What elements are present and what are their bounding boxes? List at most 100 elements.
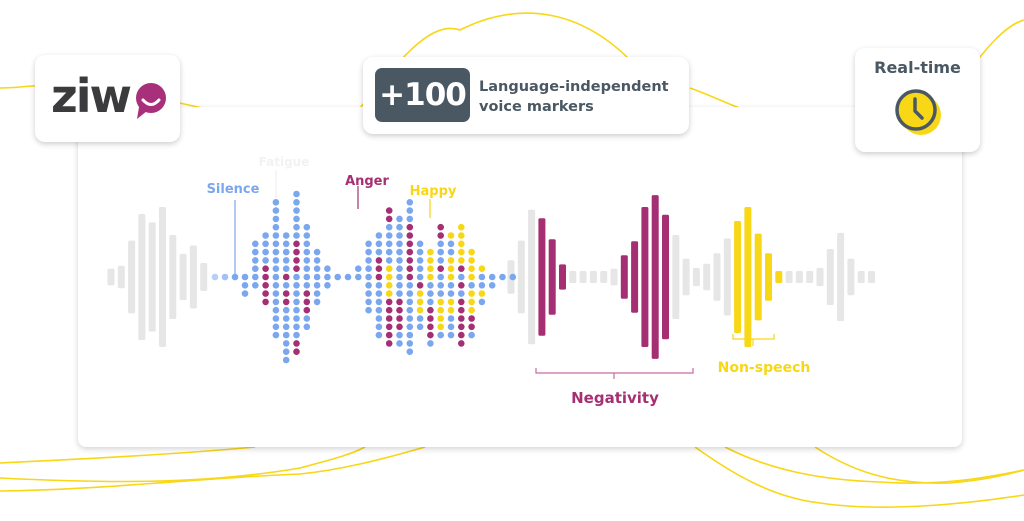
happy-dot — [385, 265, 393, 273]
neutral-dot — [313, 248, 321, 256]
neutral-dot — [427, 290, 434, 297]
gray-wave-bar — [117, 265, 125, 289]
anger-dot — [458, 340, 465, 347]
anger-dot — [293, 265, 300, 273]
anger-dot — [293, 257, 300, 264]
negativity-bar — [651, 195, 659, 359]
neutral-dot — [313, 257, 321, 264]
neutral-dot — [375, 306, 383, 314]
neutral-dot — [416, 240, 424, 248]
negativity-bar — [662, 214, 669, 340]
neutral-dot — [396, 340, 403, 347]
neutral-dot — [272, 265, 280, 273]
happy-dot — [427, 248, 434, 256]
neutral-dot — [272, 199, 280, 206]
neutral-dot — [447, 323, 455, 331]
happy-dot — [458, 232, 465, 239]
neutral-dot — [365, 265, 372, 273]
anger-dot — [427, 323, 434, 331]
neutral-dot — [324, 265, 331, 273]
anger-dot — [427, 315, 434, 322]
neutral-dot — [385, 257, 393, 264]
gray-wave-bar — [847, 258, 855, 296]
anger-dot — [458, 298, 465, 306]
neutral-dot — [385, 223, 393, 231]
happy-dot — [427, 257, 434, 264]
neutral-dot — [396, 265, 403, 273]
neutral-dot — [272, 215, 280, 223]
happy-dot — [437, 323, 445, 331]
neutral-dot — [406, 282, 414, 289]
neutral-dot — [293, 282, 300, 289]
neutral-dot — [406, 215, 414, 223]
neutral-dot — [365, 306, 372, 314]
anger-dot — [458, 315, 465, 322]
neutral-dot — [293, 298, 300, 306]
neutral-dot — [437, 331, 445, 339]
negativity-label: Negativity — [571, 389, 659, 407]
anger-dot — [458, 331, 465, 339]
markers-line-1: Language-independent — [479, 79, 669, 95]
anger-dot — [406, 223, 414, 231]
neutral-dot — [272, 315, 280, 322]
happy-dot — [385, 282, 393, 289]
non-speech-bar — [744, 207, 752, 347]
neutral-dot — [478, 298, 486, 306]
neutral-dot — [365, 248, 372, 256]
neutral-dot — [447, 240, 455, 248]
neutral-dot — [375, 315, 383, 322]
anger-dot — [406, 273, 414, 281]
neutral-dot — [416, 273, 424, 281]
neutral-dot — [427, 298, 434, 306]
anger-dot — [282, 298, 290, 306]
neutral-dot — [396, 257, 403, 264]
happy-dot — [468, 265, 475, 273]
neutral-dot — [375, 331, 383, 339]
neutral-dot — [272, 232, 280, 239]
non-speech-bar — [765, 253, 772, 301]
negativity-bar — [631, 241, 639, 313]
gray-wave-bar — [169, 235, 177, 319]
anger-dot — [396, 306, 403, 314]
anger-dot — [427, 331, 434, 339]
neutral-dot — [437, 290, 445, 297]
smile-bubble-icon — [136, 83, 166, 119]
voice-markers-card: +100 Language-independent voice markers — [363, 57, 689, 134]
clock-icon — [895, 89, 941, 135]
neutral-dot — [313, 273, 321, 281]
neutral-dot — [437, 282, 445, 289]
anger-dot — [406, 265, 414, 273]
neutral-dot — [262, 257, 269, 264]
happy-dot — [478, 265, 486, 273]
happy-dot — [458, 223, 465, 231]
gray-wave-bar — [816, 267, 824, 287]
neutral-dot — [437, 257, 445, 264]
gray-wave-bar — [589, 271, 597, 283]
neutral-dot — [272, 282, 280, 289]
anger-dot — [468, 323, 475, 331]
neutral-dot — [355, 273, 362, 281]
anger-dot — [468, 315, 475, 322]
anger-dot — [282, 290, 290, 297]
happy-dot — [468, 290, 475, 297]
neutral-dot — [293, 232, 300, 239]
gray-wave-bar — [785, 271, 793, 283]
neutral-dot — [396, 273, 403, 281]
happy-dot — [458, 248, 465, 256]
neutral-dot — [262, 248, 269, 256]
negativity-bar — [559, 264, 566, 290]
neutral-dot — [293, 315, 300, 322]
anger-dot — [416, 282, 424, 289]
happy-dot — [468, 248, 475, 256]
anger-dot — [375, 257, 383, 264]
neutral-dot — [406, 323, 414, 331]
happy-dot — [416, 306, 424, 314]
neutral-dot — [406, 315, 414, 322]
gray-wave-bar — [723, 238, 731, 316]
neutral-dot — [375, 290, 383, 297]
anger-dot — [303, 306, 311, 314]
gray-wave-bar — [189, 245, 197, 309]
neutral-dot — [406, 207, 414, 214]
neutral-dot — [241, 290, 249, 297]
happy-dot — [447, 306, 455, 314]
